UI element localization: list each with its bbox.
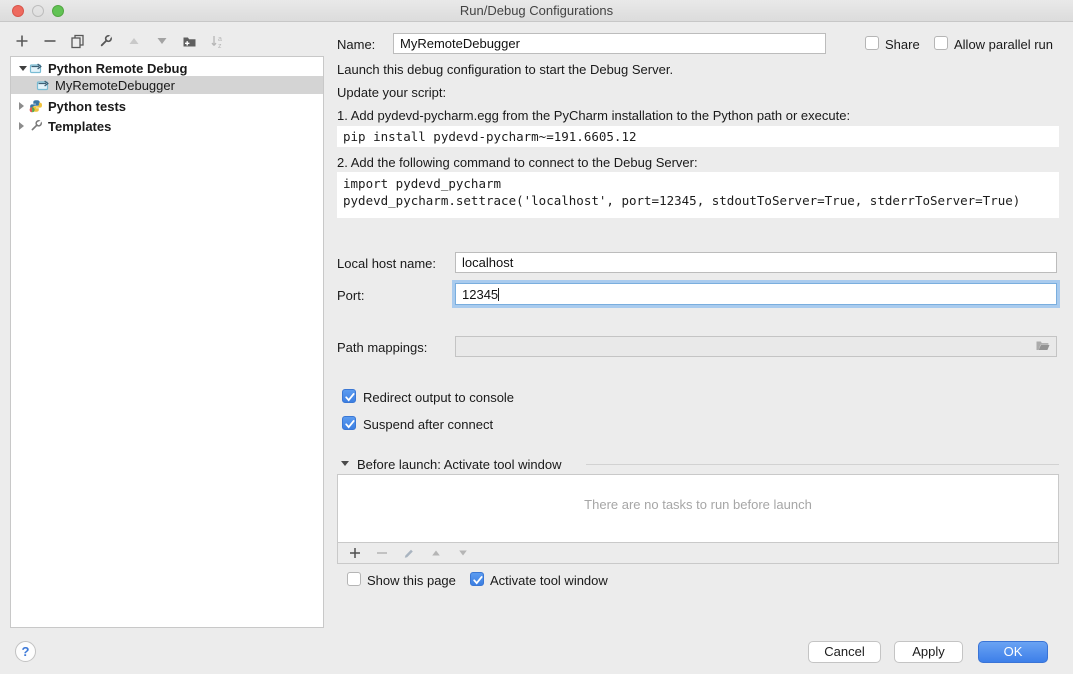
- allow-parallel-run-checkbox[interactable]: [934, 36, 948, 50]
- tree-item-templates[interactable]: Templates: [11, 117, 323, 135]
- svg-text:a: a: [218, 36, 222, 43]
- settrace-code-line-1: import pydevd_pycharm: [343, 175, 1059, 192]
- tree-item-label: MyRemoteDebugger: [55, 78, 175, 93]
- show-this-page-label: Show this page: [367, 573, 456, 588]
- redirect-output-label: Redirect output to console: [363, 390, 514, 405]
- instruction-line-1: Launch this debug configuration to start…: [337, 62, 673, 77]
- port-input[interactable]: 12345: [455, 283, 1057, 305]
- redirect-output-checkbox[interactable]: [342, 389, 356, 403]
- allow-parallel-run-label: Allow parallel run: [954, 37, 1053, 52]
- before-launch-task-list[interactable]: There are no tasks to run before launch: [337, 474, 1059, 543]
- copy-configuration-icon[interactable]: [70, 34, 85, 49]
- path-mappings-input[interactable]: [455, 336, 1057, 357]
- show-this-page-checkbox[interactable]: [347, 572, 361, 586]
- pip-install-code: pip install pydevd-pycharm~=191.6605.12: [337, 126, 1059, 147]
- remove-task-icon: [374, 546, 389, 561]
- tree-item-label: Python tests: [48, 99, 126, 114]
- share-checkbox-label: Share: [885, 37, 920, 52]
- local-host-name-label: Local host name:: [337, 256, 436, 271]
- configurations-toolbar: az: [14, 31, 225, 51]
- window-titlebar: Run/Debug Configurations: [0, 0, 1073, 22]
- instruction-step-2: 2. Add the following command to connect …: [337, 155, 698, 170]
- port-label: Port:: [337, 288, 364, 303]
- port-input-value: 12345: [462, 287, 498, 302]
- empty-task-list-text: There are no tasks to run before launch: [338, 497, 1058, 512]
- configurations-tree: Python Remote Debug MyRemoteDebugger Pyt…: [10, 56, 324, 628]
- apply-button[interactable]: Apply: [894, 641, 963, 663]
- name-label: Name:: [337, 37, 375, 52]
- collapse-section-icon[interactable]: [341, 461, 349, 466]
- tree-item-label: Python Remote Debug: [48, 61, 187, 76]
- section-divider: [586, 464, 1059, 465]
- suspend-after-connect-label: Suspend after connect: [363, 417, 493, 432]
- cancel-button[interactable]: Cancel: [808, 641, 881, 663]
- python-tests-icon: [29, 99, 44, 114]
- before-launch-header: Before launch: Activate tool window: [357, 457, 562, 472]
- add-configuration-icon[interactable]: [14, 34, 29, 49]
- instruction-step-1: 1. Add pydevd-pycharm.egg from the PyCha…: [337, 108, 850, 123]
- sort-alphabetically-icon: az: [210, 34, 225, 49]
- add-task-icon[interactable]: [347, 546, 362, 561]
- help-button[interactable]: ?: [15, 641, 36, 662]
- remote-debug-config-icon: [36, 78, 51, 93]
- path-mappings-label: Path mappings:: [337, 340, 427, 355]
- local-host-name-input[interactable]: localhost: [455, 252, 1057, 273]
- move-task-down-icon: [455, 546, 470, 561]
- chevron-down-icon[interactable]: [19, 66, 29, 71]
- task-list-toolbar: [337, 543, 1059, 564]
- edit-templates-icon[interactable]: [98, 34, 113, 49]
- tree-item-python-tests[interactable]: Python tests: [11, 97, 323, 115]
- name-input[interactable]: MyRemoteDebugger: [393, 33, 826, 54]
- settrace-code: import pydevd_pycharm pydevd_pycharm.set…: [337, 172, 1059, 218]
- svg-text:z: z: [218, 43, 222, 49]
- suspend-after-connect-checkbox[interactable]: [342, 416, 356, 430]
- move-task-up-icon: [428, 546, 443, 561]
- tree-item-python-remote-debug[interactable]: Python Remote Debug: [11, 59, 323, 77]
- run-debug-configurations-dialog: Run/Debug Configurations az: [0, 0, 1073, 674]
- remote-debug-config-icon: [29, 61, 44, 76]
- tree-item-myremotedebugger[interactable]: MyRemoteDebugger: [11, 76, 323, 94]
- share-checkbox[interactable]: [865, 36, 879, 50]
- activate-tool-window-checkbox[interactable]: [470, 572, 484, 586]
- move-up-icon: [126, 34, 141, 49]
- remove-configuration-icon[interactable]: [42, 34, 57, 49]
- settrace-code-line-2: pydevd_pycharm.settrace('localhost', por…: [343, 192, 1059, 209]
- chevron-right-icon[interactable]: [19, 102, 29, 110]
- tree-item-label: Templates: [48, 119, 111, 134]
- browse-folder-icon[interactable]: [1035, 339, 1051, 358]
- move-down-icon[interactable]: [154, 34, 169, 49]
- edit-task-icon: [401, 546, 416, 561]
- text-caret: [498, 288, 499, 301]
- ok-button[interactable]: OK: [978, 641, 1048, 663]
- activate-tool-window-label: Activate tool window: [490, 573, 608, 588]
- new-folder-icon[interactable]: [182, 34, 197, 49]
- chevron-right-icon[interactable]: [19, 122, 29, 130]
- instruction-line-2: Update your script:: [337, 85, 446, 100]
- window-title: Run/Debug Configurations: [0, 3, 1073, 18]
- wrench-icon: [29, 119, 44, 134]
